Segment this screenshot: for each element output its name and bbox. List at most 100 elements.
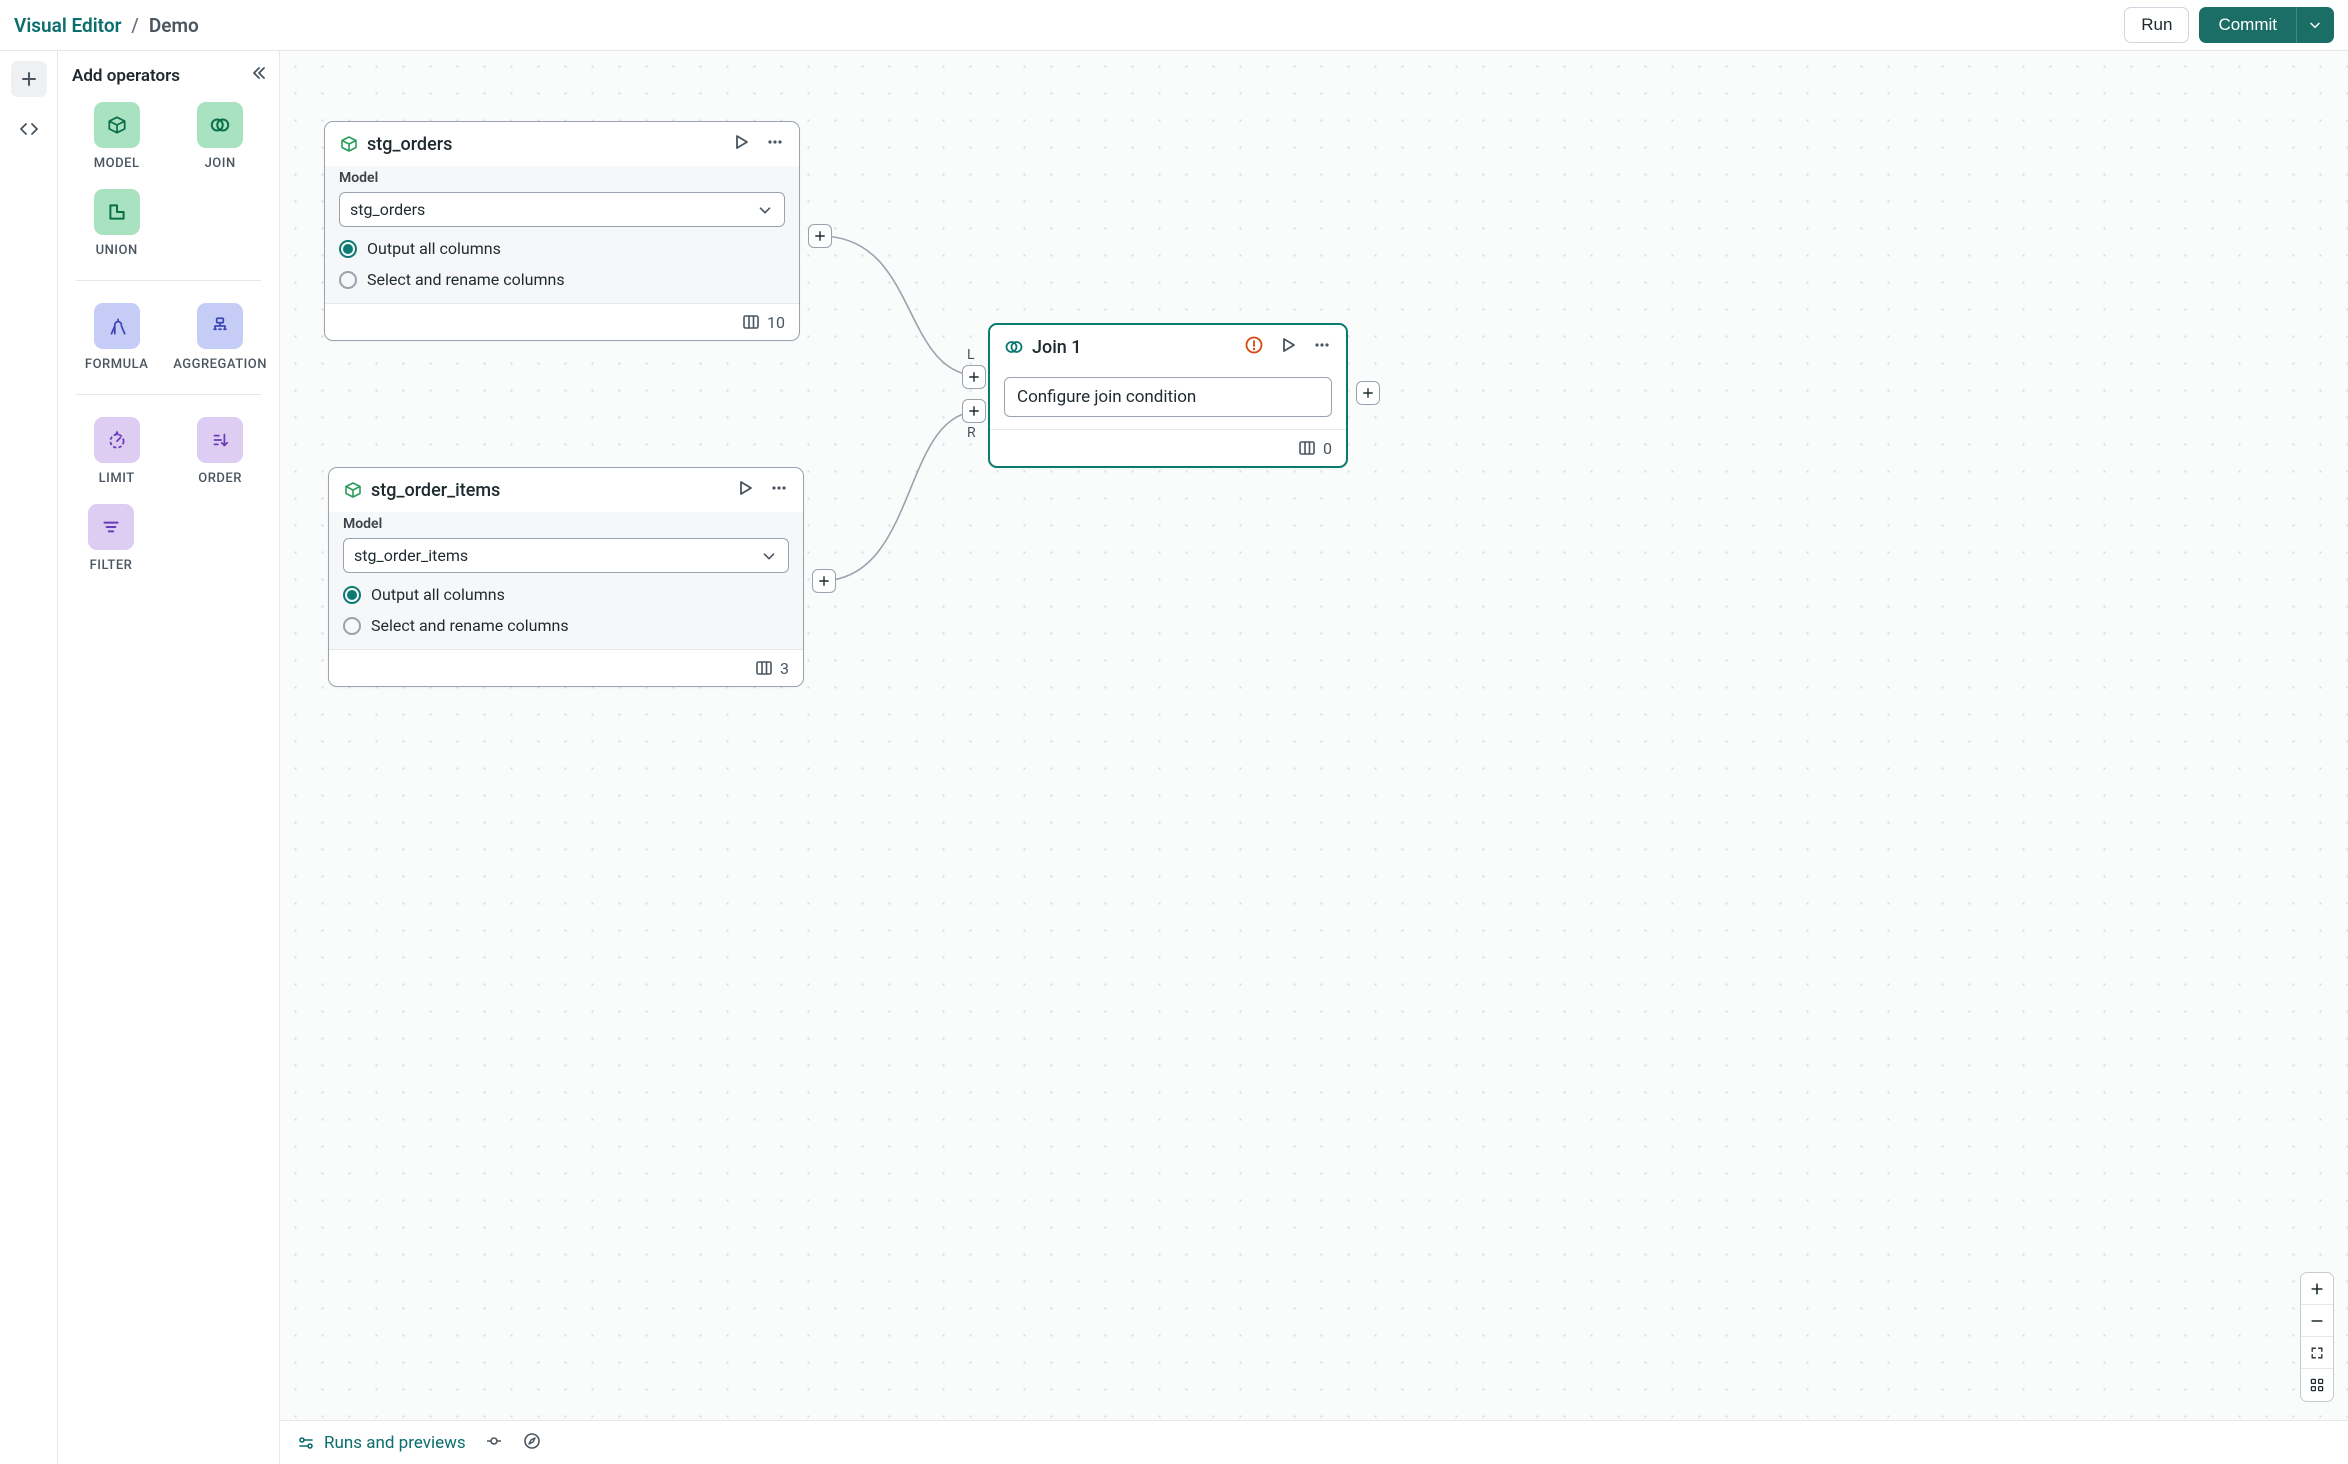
cube-icon [343,480,363,500]
op-model[interactable]: MODEL [70,102,163,171]
node-items-model-select[interactable]: stg_order_items [343,538,789,573]
node-orders-col-count: 10 [767,313,785,332]
node-orders-radio-all-label: Output all columns [367,239,501,258]
sidebar-collapse-button[interactable] [245,63,265,88]
plus-icon [19,69,39,89]
node-orders-actions [731,132,785,156]
node-items-header[interactable]: stg_order_items [329,468,803,512]
commit-button[interactable]: Commit [2199,7,2296,43]
node-orders-more[interactable] [765,132,785,156]
op-aggregation-label: AGGREGATION [173,357,267,372]
run-button[interactable]: Run [2124,7,2189,43]
op-filter-row: FILTER [70,504,267,573]
node-items-section-label: Model [343,516,789,532]
node-orders-output-port[interactable] [808,224,832,248]
node-join[interactable]: Join 1 Configure join condition 0 [988,323,1348,468]
node-orders-run[interactable] [731,132,751,156]
node-orders-model-value: stg_orders [350,200,425,219]
node-join-output-port[interactable] [1356,381,1380,405]
node-items-run[interactable] [735,478,755,502]
node-join-header[interactable]: Join 1 [990,325,1346,369]
op-order-label: ORDER [198,471,242,486]
columns-icon [754,658,774,678]
node-join-footer: 0 [990,429,1346,466]
bottom-bar: Runs and previews [280,1420,2348,1464]
node-orders-title: stg_orders [367,134,723,155]
bottom-commit-icon-button[interactable] [484,1431,504,1455]
join-icon [1004,337,1024,357]
zoom-fit-button[interactable] [2301,1337,2333,1369]
node-orders-model-select[interactable]: stg_orders [339,192,785,227]
node-join-right-label: R [967,425,976,441]
fullscreen-icon [2309,1345,2325,1361]
columns-icon [1297,438,1317,458]
zoom-grid-button[interactable] [2301,1369,2333,1401]
breadcrumb: Visual Editor / Demo [14,14,199,37]
bottom-compass-icon-button[interactable] [522,1431,542,1455]
op-limit-label: LIMIT [99,471,135,486]
op-aggregation[interactable]: AGGREGATION [173,303,267,372]
more-icon [765,132,785,152]
code-icon [19,119,39,139]
node-join-alert[interactable] [1244,335,1264,359]
op-filter[interactable]: FILTER [88,504,134,573]
collapse-icon [245,63,265,83]
node-orders-footer: 10 [325,303,799,340]
main: Add operators MODEL JOIN UNION FORMU [0,51,2348,1464]
sidebar: Add operators MODEL JOIN UNION FORMU [58,51,280,1464]
node-join-condition-input[interactable]: Configure join condition [1004,377,1332,417]
cube-icon [339,134,359,154]
node-join-run[interactable] [1278,335,1298,359]
node-items-output-port[interactable] [812,569,836,593]
op-limit[interactable]: LIMIT [70,417,163,486]
columns-icon [741,312,761,332]
radio-icon [339,271,357,289]
node-items-more[interactable] [769,478,789,502]
play-icon [735,478,755,498]
node-orders-header[interactable]: stg_orders [325,122,799,166]
chevron-down-icon [760,547,778,565]
op-formula-label: FORMULA [85,357,148,372]
op-join[interactable]: JOIN [173,102,267,171]
node-orders-radio-all[interactable]: Output all columns [339,239,785,258]
commit-more-button[interactable] [2296,7,2334,43]
node-join-left-port[interactable] [962,365,986,389]
node-orders-radio-select[interactable]: Select and rename columns [339,270,785,289]
formula-icon [94,303,140,349]
node-orders-body: Model stg_orders Output all columns Sele… [325,166,799,303]
breadcrumb-root[interactable]: Visual Editor [14,14,121,37]
node-items-radio-all[interactable]: Output all columns [343,585,789,604]
node-orders-section-label: Model [339,170,785,186]
cube-icon [94,102,140,148]
node-stg-order-items[interactable]: stg_order_items Model stg_order_items Ou… [328,467,804,687]
node-items-footer: 3 [329,649,803,686]
rail-add-button[interactable] [11,61,47,97]
radio-icon [343,586,361,604]
left-rail [0,51,58,1464]
plus-icon [967,404,981,418]
node-items-actions [735,478,789,502]
op-order[interactable]: ORDER [173,417,267,486]
node-join-right-port[interactable] [962,399,986,423]
operator-palette: MODEL JOIN UNION FORMULA AGGREGATION [58,92,279,573]
zoom-controls [2300,1272,2334,1402]
node-stg-orders[interactable]: stg_orders Model stg_orders Output all c… [324,121,800,341]
canvas[interactable]: stg_orders Model stg_orders Output all c… [280,51,2348,1464]
op-union-label: UNION [96,243,138,258]
play-icon [731,132,751,152]
zoom-out-button[interactable] [2301,1305,2333,1337]
runs-previews-button[interactable]: Runs and previews [296,1433,466,1453]
radio-icon [339,240,357,258]
more-icon [1312,335,1332,355]
sidebar-header: Add operators [58,51,279,92]
node-join-more[interactable] [1312,335,1332,359]
runs-previews-label: Runs and previews [324,1433,466,1453]
header-actions: Run Commit [2124,7,2334,43]
rail-code-button[interactable] [11,111,47,147]
commit-icon [484,1431,504,1451]
node-items-col-count: 3 [780,659,789,678]
op-union[interactable]: UNION [70,189,163,258]
zoom-in-button[interactable] [2301,1273,2333,1305]
op-formula[interactable]: FORMULA [70,303,163,372]
node-items-radio-select[interactable]: Select and rename columns [343,616,789,635]
